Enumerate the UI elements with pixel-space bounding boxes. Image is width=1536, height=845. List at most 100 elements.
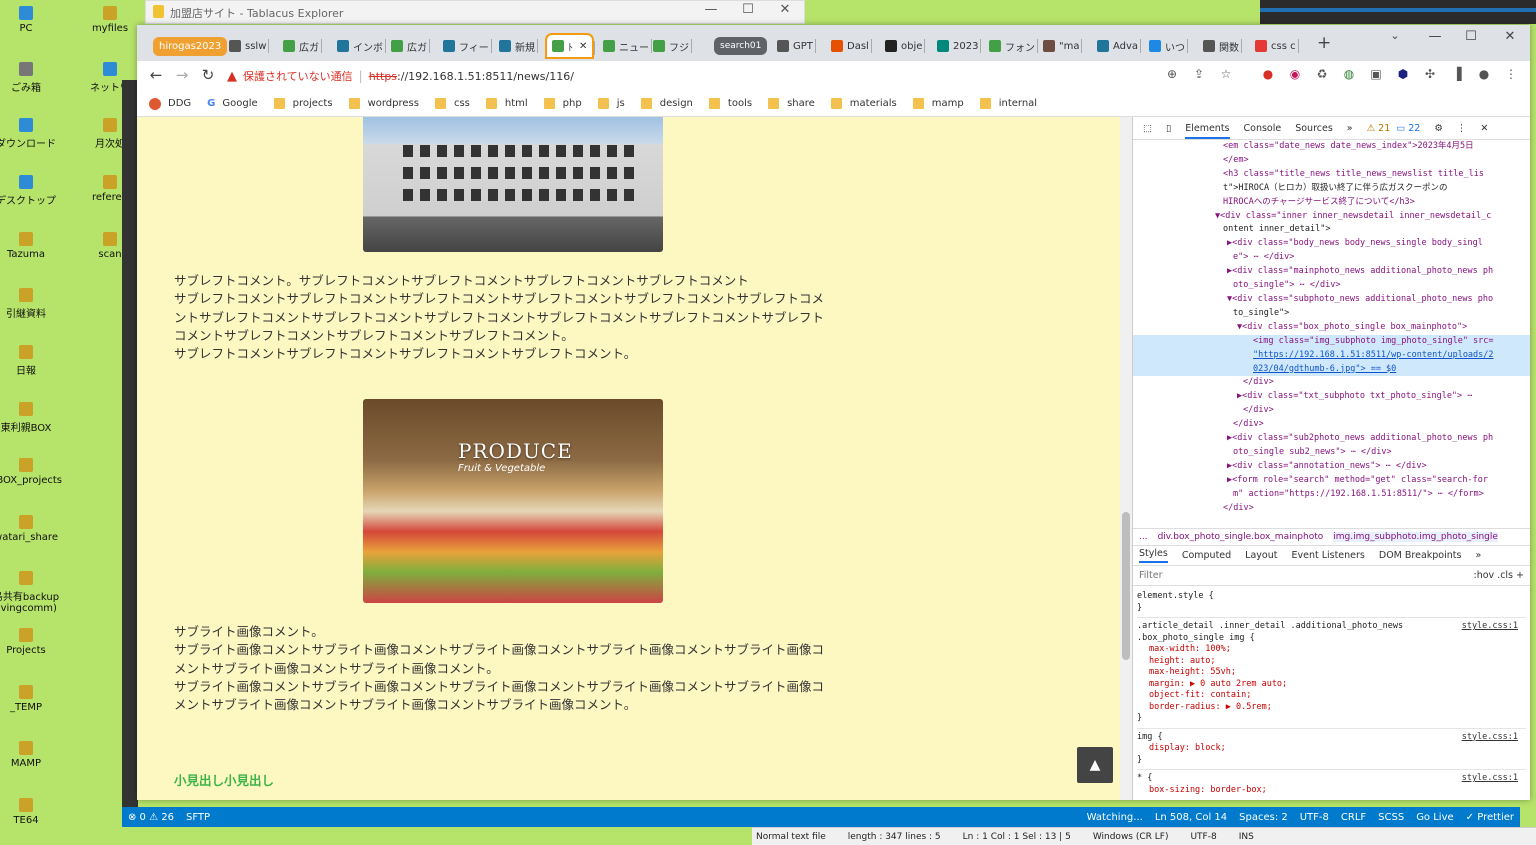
bookmark-item[interactable]: internal	[979, 98, 1037, 109]
desktop-icon[interactable]: デスクトップ	[0, 175, 62, 207]
encoding[interactable]: UTF-8	[1294, 812, 1335, 823]
browser-tab[interactable]: 2023	[937, 33, 982, 59]
dom-node-line[interactable]: e"> ⋯ </div>	[1133, 251, 1530, 265]
minimize-icon[interactable]: —	[694, 2, 728, 17]
reload-icon[interactable]: ↻	[197, 66, 219, 84]
dom-node-line[interactable]: ▼<div class="box_photo_single box_mainph…	[1133, 321, 1530, 335]
dom-node-line[interactable]: to_single">	[1133, 307, 1530, 321]
bookmark-item[interactable]: G Google	[207, 98, 257, 109]
desktop-icon[interactable]: myfiles	[74, 6, 146, 34]
desktop-icon[interactable]: watari_share	[0, 515, 62, 543]
bookmark-item[interactable]: html	[485, 98, 528, 109]
profile-avatar-icon[interactable]: ●	[1475, 67, 1493, 81]
warning-icon[interactable]: ▲	[227, 69, 237, 84]
dom-node-line[interactable]: ▼<div class="inner inner_newsdetail inne…	[1133, 210, 1530, 224]
browser-tab[interactable]: Adva	[1097, 33, 1142, 59]
browser-tab[interactable]: フィー	[443, 33, 492, 59]
browser-tab[interactable]: いつ	[1149, 33, 1188, 59]
dom-node-line[interactable]: t">HIROCA（ヒロカ）取扱い終了に伴う広ガスクーポンの	[1133, 182, 1530, 196]
browser-tab[interactable]: 広ガ	[391, 33, 430, 59]
more-subtabs-icon[interactable]: »	[1475, 550, 1481, 561]
dom-node-line[interactable]: ▶<div class="annotation_news"> ⋯ </div>	[1133, 460, 1530, 474]
adblock-icon[interactable]: ●	[1259, 67, 1277, 81]
minimize-icon[interactable]: —	[1417, 29, 1453, 44]
puzzle-icon[interactable]: ✣	[1421, 67, 1439, 81]
dom-node-line[interactable]: HIROCAへのチャージサービス終了について</h3>	[1133, 196, 1530, 210]
source-link[interactable]: style.css:1	[1462, 773, 1518, 785]
devtools-close-icon[interactable]: ✕	[1480, 123, 1488, 134]
dom-node-line[interactable]: </div>	[1133, 404, 1530, 418]
bookmark-item[interactable]: materials	[830, 98, 897, 109]
dom-node-line[interactable]: <img class="img_subphoto img_photo_singl…	[1133, 334, 1530, 349]
back-icon[interactable]: ←	[145, 66, 167, 84]
source-link[interactable]: style.css:1	[1462, 732, 1518, 744]
tab-group-search[interactable]: search01	[714, 37, 768, 55]
desktop-icon[interactable]: EBOX_projects	[0, 458, 62, 486]
browser-tab[interactable]: フォン	[989, 33, 1038, 59]
tab-styles[interactable]: Styles	[1139, 548, 1168, 563]
desktop-icon[interactable]: 引継資料	[0, 288, 62, 320]
dom-node-line[interactable]: </em>	[1133, 154, 1530, 168]
desktop-icon[interactable]: 東利親BOX	[0, 402, 62, 434]
desktop-icon[interactable]: ごみ箱	[0, 62, 62, 94]
desktop-icon[interactable]: Projects	[0, 628, 62, 656]
settings-gear-icon[interactable]: ⚙	[1434, 123, 1443, 134]
hexagon-icon[interactable]: ⬢	[1394, 67, 1412, 81]
sftp-status[interactable]: SFTP	[180, 812, 216, 823]
desktop-icon[interactable]: 島共有backup livingcomm)	[0, 571, 62, 614]
desktop-icon[interactable]: 日報	[0, 345, 62, 377]
bookmark-item[interactable]: wordpress	[348, 98, 419, 109]
device-toggle-icon[interactable]: ▯	[1166, 123, 1171, 134]
source-link[interactable]: style.css:1	[1462, 621, 1518, 633]
page-scrollbar[interactable]	[1120, 117, 1132, 800]
forward-icon[interactable]: →	[171, 66, 193, 84]
browser-tab[interactable]: sslw	[229, 33, 270, 59]
dom-node-line[interactable]: ontent inner_detail">	[1133, 223, 1530, 237]
browser-tab[interactable]: obje	[885, 33, 926, 59]
dom-node-line[interactable]: </div>	[1133, 418, 1530, 432]
browser-tab[interactable]: 関数	[1203, 33, 1242, 59]
bookmark-star-icon[interactable]: ☆	[1217, 67, 1235, 81]
rule-article-img[interactable]: style.css:1 .article_detail .inner_detai…	[1137, 618, 1526, 729]
dom-node-line[interactable]: </div>	[1133, 376, 1530, 390]
indentation[interactable]: Spaces: 2	[1233, 812, 1294, 823]
desktop-icon[interactable]: MAMP	[0, 741, 62, 769]
browser-tab[interactable]: インボ	[337, 33, 386, 59]
screenshot-icon[interactable]: ▣	[1367, 67, 1385, 81]
desktop-icon[interactable]: _TEMP	[0, 685, 62, 713]
more-tabs-icon[interactable]: »	[1347, 123, 1353, 134]
address-bar[interactable]: ▲ 保護されていない通信 | https ://192.168.1.51:851…	[227, 64, 1227, 88]
recycle-icon[interactable]: ♻	[1313, 67, 1331, 81]
desktop-icon[interactable]: PC	[0, 6, 62, 34]
watching-status[interactable]: Watching...	[1081, 812, 1149, 823]
maximize-icon[interactable]: ☐	[1453, 29, 1489, 44]
new-tab-button[interactable]: +	[1317, 33, 1331, 53]
tab-search-icon[interactable]: ⌄	[1377, 29, 1413, 42]
tab-dom-breakpoints[interactable]: DOM Breakpoints	[1379, 550, 1462, 561]
dom-node-line[interactable]: ▶<form role="search" method="get" class=…	[1133, 474, 1530, 488]
bookmark-item[interactable]: css	[434, 98, 470, 109]
breadcrumb-img[interactable]: img.img_subphoto.img_photo_single	[1333, 532, 1498, 542]
browser-tab[interactable]: Dasl	[831, 33, 872, 59]
breadcrumb-div[interactable]: div.box_photo_single.box_mainphoto	[1158, 532, 1324, 542]
dom-node-line[interactable]: <h3 class="title_news title_news_newslis…	[1133, 168, 1530, 182]
insecure-label[interactable]: 保護されていない通信	[243, 68, 353, 84]
warning-count[interactable]: ⚠ 21	[1367, 123, 1391, 134]
browser-tab[interactable]: GPT	[777, 33, 816, 59]
tab-group-hirogas[interactable]: hirogas2023	[153, 37, 228, 56]
browser-tab[interactable]: css c	[1255, 33, 1299, 59]
bookmark-item[interactable]: DDG	[149, 97, 191, 110]
close-icon[interactable]: ✕	[1492, 29, 1528, 44]
bookmark-item[interactable]: php	[543, 98, 582, 109]
dom-node-line[interactable]: ▶<div class="sub2photo_news additional_p…	[1133, 432, 1530, 446]
cursor-position[interactable]: Ln 508, Col 14	[1149, 812, 1233, 823]
tab-computed[interactable]: Computed	[1182, 550, 1231, 561]
line-ending[interactable]: CRLF	[1335, 812, 1372, 823]
extension-icon[interactable]: ◍	[1340, 67, 1358, 81]
bookmark-item[interactable]: js	[597, 98, 625, 109]
dom-tree[interactable]: <em class="date_news date_news_index">20…	[1133, 140, 1530, 528]
language-mode[interactable]: SCSS	[1372, 812, 1410, 823]
tab-close-icon[interactable]: ✕	[579, 41, 587, 52]
zoom-icon[interactable]: ⊕	[1163, 67, 1181, 81]
tab-elements[interactable]: Elements	[1185, 123, 1230, 139]
